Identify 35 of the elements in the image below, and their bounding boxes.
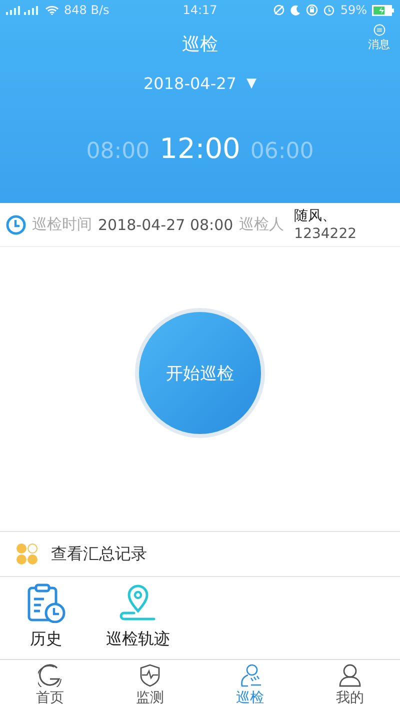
inspector-label: 巡检人 (239, 215, 284, 234)
date-picker[interactable]: 2018-04-27 ▼ (144, 74, 256, 94)
inspector-name: 随风、 (294, 206, 338, 224)
shield-pulse-icon (138, 663, 162, 687)
person-outline-icon (238, 663, 262, 687)
battery-icon (372, 4, 394, 16)
clock-icon (6, 214, 26, 234)
time-option[interactable]: 12:00 (160, 132, 240, 165)
alarm-icon (323, 4, 336, 16)
tab-item[interactable]: 巡检 (215, 660, 285, 711)
g-logo-icon (38, 663, 62, 687)
start-patrol-button[interactable]: 开始巡检 (139, 312, 261, 434)
shortcut-button[interactable]: 历史 (26, 583, 66, 659)
tab-item[interactable]: 监测 (115, 660, 185, 711)
wifi-icon (45, 5, 59, 15)
battery-percent: 59% (340, 3, 367, 17)
chat-icon (372, 24, 386, 36)
person-icon (338, 663, 362, 687)
clock-time: 14:17 (182, 3, 218, 17)
lock-rotation-icon (306, 4, 318, 16)
messages-button[interactable]: 消息 (368, 24, 390, 52)
shortcut-button[interactable]: 巡检轨迹 (106, 583, 170, 659)
inspector-id: 1234222 (294, 224, 357, 242)
time-value: 2018-04-27 08:00 (98, 216, 234, 234)
tab-item[interactable]: 首页 (15, 660, 85, 711)
summary-link[interactable]: 查看汇总记录 (51, 544, 147, 564)
signal-icon (6, 5, 40, 15)
tiles-icon (16, 543, 38, 565)
page-title: 巡检 (182, 33, 218, 56)
clipboard-clock-icon (26, 583, 66, 623)
time-label: 巡检时间 (32, 215, 92, 234)
network-speed: 848 B/s (64, 3, 110, 17)
location-pin-icon (118, 583, 158, 623)
tab-item[interactable]: 我的 (315, 660, 385, 711)
moon-icon (290, 4, 302, 16)
